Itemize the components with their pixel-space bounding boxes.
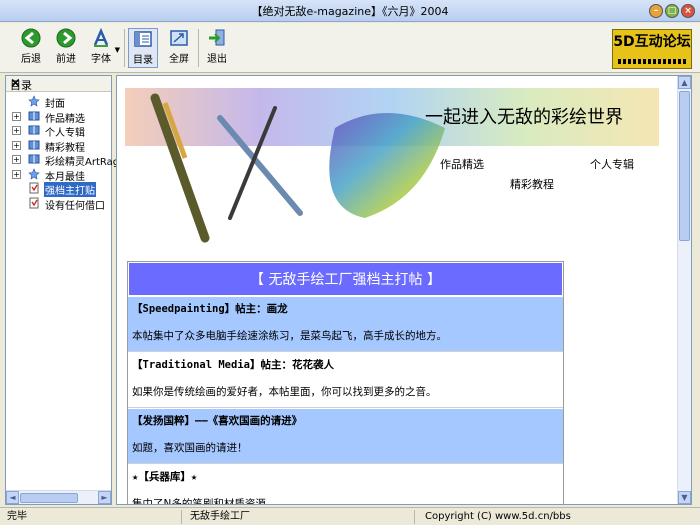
post-item: 【发扬国粹】——《喜欢国画的请进》如题，喜欢国画的请进！ — [128, 408, 563, 464]
toolbar: 后退 前进 字体 ▼ 目录 全屏 退出 5D互动论坛 — [0, 23, 700, 73]
toc-item-label: 强档主打贴 — [44, 182, 96, 197]
post-item: ★【兵器库】★ 集中了N多的笔刷和材质资源。 — [128, 464, 563, 505]
expand-icon[interactable]: + — [12, 126, 21, 135]
posts-header: 【 无敌手绘工厂强档主打帖 】 — [128, 262, 563, 296]
banner-slogan: 一起进入无敌的彩绘世界 — [425, 107, 623, 128]
scroll-up-button[interactable]: ▲ — [678, 76, 691, 89]
back-label: 后退 — [21, 54, 41, 65]
minimize-button[interactable]: – — [649, 4, 663, 18]
chevron-down-icon[interactable]: ▼ — [115, 46, 120, 54]
toc-item-label: 彩绘精灵ArtRage — [45, 157, 126, 168]
post-list: 【Speedpainting】帖主：画龙本帖集中了众多电脑手绘速涂练习，是菜鸟起… — [128, 296, 563, 505]
post-title[interactable]: 【发扬国粹】——《喜欢国画的请进》 — [128, 409, 563, 433]
window-title: 【绝对无敌e-magazine】《六月》2004 — [251, 5, 449, 18]
post-description: 集中了N多的笔刷和材质资源。 — [132, 498, 277, 505]
post-item: 【Speedpainting】帖主：画龙本帖集中了众多电脑手绘速涂练习，是菜鸟起… — [128, 296, 563, 352]
toolbar-separator — [198, 29, 199, 67]
post-title[interactable]: ★【兵器库】★ — [128, 465, 563, 489]
post-description: 如果你是传统绘画的爱好者，本帖里面，你可以找到更多的之音。 — [132, 386, 437, 398]
fullscreen-button[interactable]: 全屏 — [164, 28, 194, 68]
exit-label: 退出 — [207, 54, 227, 65]
back-arrow-icon — [21, 28, 41, 48]
book-icon — [28, 111, 40, 120]
banner-link-tutorials[interactable]: 精彩教程 — [510, 178, 554, 191]
forward-button[interactable]: 前进 — [49, 28, 83, 68]
toc-item-label: 本月最佳 — [45, 171, 85, 183]
fullscreen-label: 全屏 — [169, 54, 189, 65]
toc-panel-header: 目录 × — [6, 76, 111, 92]
star-page-icon — [28, 95, 40, 107]
book-icon — [28, 125, 40, 135]
banner-link-works[interactable]: 作品精选 — [440, 158, 484, 171]
scroll-down-button[interactable]: ▼ — [678, 491, 691, 504]
book-icon — [28, 154, 40, 164]
star-page-icon — [28, 167, 40, 180]
title-bar: 【绝对无敌e-magazine】《六月》2004 – □ × — [0, 0, 700, 22]
expand-icon[interactable]: + — [12, 111, 21, 121]
scroll-thumb[interactable] — [20, 493, 78, 503]
post-description: 本帖集中了众多电脑手绘速涂练习，是菜鸟起飞，高手成长的地方。 — [132, 330, 447, 342]
expand-icon[interactable]: + — [12, 140, 21, 150]
status-copyright: Copyright (C) www.5d.cn/bbs — [425, 511, 571, 522]
toc-item-label: 封面 — [45, 99, 65, 110]
post-description: 如题，喜欢国画的请进！ — [132, 442, 248, 454]
logo-stripe — [618, 59, 686, 64]
status-section: 无敌手绘工厂 — [185, 510, 415, 524]
maximize-button[interactable]: □ — [665, 4, 679, 18]
font-label: 字体 — [91, 54, 111, 65]
exit-icon — [209, 29, 225, 46]
post-item: 【Traditional Media】帖主：花花袭人如果你是传统绘画的爱好者，本… — [128, 352, 563, 408]
scroll-right-button[interactable]: ► — [98, 491, 111, 504]
expand-icon[interactable]: + — [12, 169, 21, 179]
featured-posts-table: 【 无敌手绘工厂强档主打帖 】 【Speedpainting】帖主：画龙本帖集中… — [127, 261, 564, 505]
5d-logo[interactable]: 5D互动论坛 — [612, 29, 692, 69]
forward-label: 前进 — [56, 54, 76, 65]
toc-item-label: 作品精选 — [45, 113, 85, 125]
status-bar: 完毕 无敌手绘工厂 Copyright (C) www.5d.cn/bbs — [0, 507, 700, 525]
toc-close-icon[interactable]: × — [10, 76, 105, 91]
forward-arrow-icon — [56, 28, 76, 48]
font-button[interactable]: 字体 ▼ — [82, 28, 120, 68]
expand-icon[interactable]: + — [12, 155, 21, 164]
banner-link-albums[interactable]: 个人专辑 — [590, 157, 634, 171]
close-button[interactable]: × — [681, 4, 695, 18]
book-icon — [28, 140, 40, 149]
toolbar-separator — [124, 29, 125, 67]
color-swirl-shape — [329, 113, 445, 218]
post-title[interactable]: 【Traditional Media】帖主：花花袭人 — [128, 353, 563, 377]
doc-icon — [29, 197, 39, 208]
status-text: 完毕 — [2, 510, 182, 524]
back-button[interactable]: 后退 — [14, 28, 48, 68]
logo-text: 5D互动论坛 — [613, 34, 691, 50]
content-pane: 一起进入无敌的彩绘世界 作品精选 精彩教程 个人专辑 【 无敌手绘工厂强档主打帖… — [116, 75, 692, 505]
scroll-thumb[interactable] — [679, 91, 690, 241]
toc-panel: 目录 × 封面 + 作品精选 + 个人专辑 + 精彩教程 + 彩绘精灵ArtRage + 本月最佳强… — [5, 75, 125, 505]
toc-item-label: 设有任何借口 — [45, 200, 105, 212]
scroll-left-button[interactable]: ◄ — [6, 491, 19, 504]
doc-icon — [29, 182, 39, 194]
toc-button[interactable]: 目录 — [128, 28, 158, 68]
toc-horizontal-scrollbar[interactable]: ◄ ► — [6, 490, 111, 504]
toc-icon — [134, 31, 152, 47]
exit-button[interactable]: 退出 — [202, 28, 232, 68]
font-icon — [93, 28, 109, 47]
banner-image: 一起进入无敌的彩绘世界 作品精选 精彩教程 个人专辑 — [125, 88, 659, 243]
toc-label: 目录 — [133, 55, 153, 66]
fullscreen-icon — [170, 30, 188, 46]
toc-item-label: 个人专辑 — [45, 128, 85, 139]
post-title[interactable]: 【Speedpainting】帖主：画龙 — [128, 297, 563, 321]
toc-item-label: 精彩教程 — [45, 142, 85, 154]
content-vertical-scrollbar[interactable]: ▲ ▼ — [677, 76, 691, 504]
